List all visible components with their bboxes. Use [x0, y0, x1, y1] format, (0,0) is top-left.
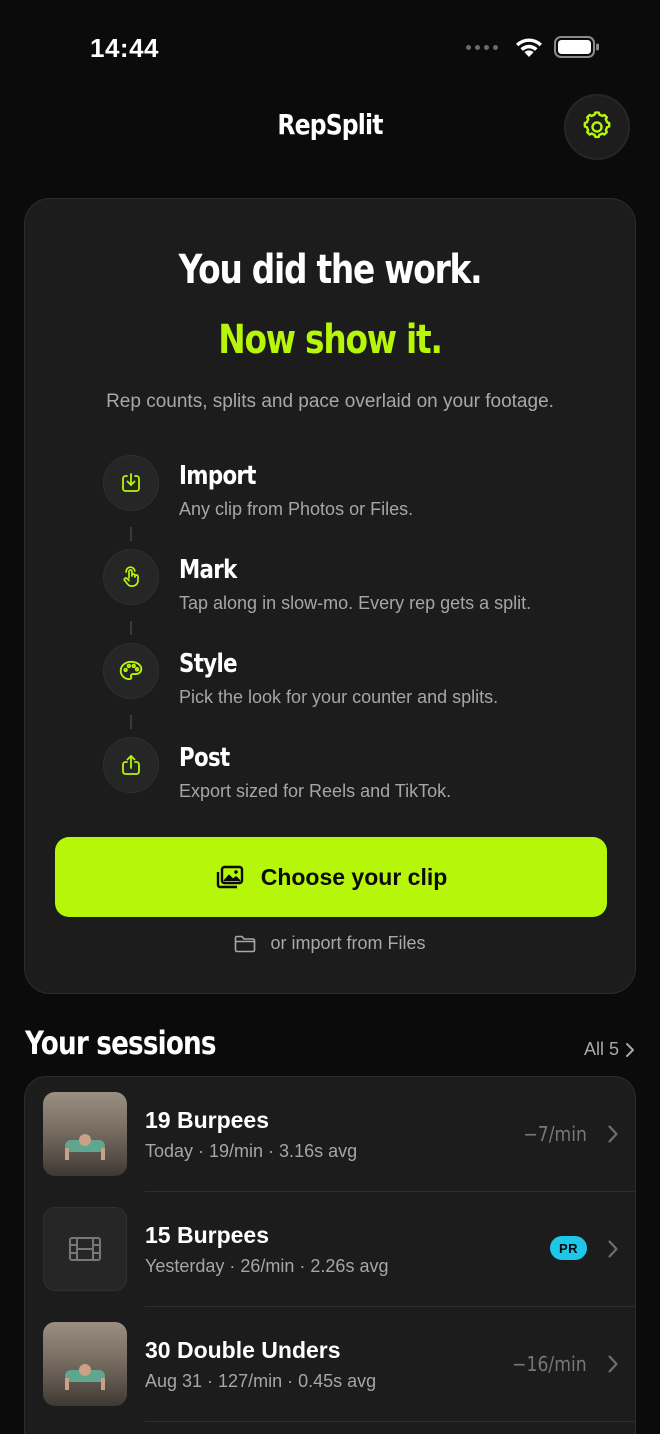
sessions-title: Your sessions: [25, 1024, 217, 1062]
session-meta: Today · 19/min · 3.16s avg: [145, 1141, 358, 1161]
choose-clip-button[interactable]: Choose your clip: [55, 837, 607, 917]
session-pace-delta: −16/min: [512, 1352, 587, 1376]
app-title: RepSplit: [277, 108, 383, 141]
session-row[interactable]: 19 Burpees Today · 19/min · 3.16s avg −7…: [25, 1077, 635, 1192]
session-thumbnail-placeholder: [43, 1207, 127, 1291]
photos-icon: [216, 865, 243, 889]
hero-accent-title: Now show it.: [218, 317, 443, 363]
palette-icon: [119, 660, 143, 681]
session-thumbnail: [43, 1092, 127, 1176]
step-title: Post: [179, 743, 230, 773]
step-title: Import: [179, 461, 256, 491]
session-pace-delta: −7/min: [523, 1122, 587, 1146]
session-thumbnail: [43, 1322, 127, 1406]
hero-card: You did the work. Now show it. Rep count…: [24, 198, 636, 994]
hero-subtitle: Rep counts, splits and pace overlaid on …: [106, 391, 554, 412]
folder-icon: [235, 935, 256, 952]
chevron-right-icon: [608, 1240, 618, 1258]
gear-icon: [583, 111, 611, 139]
pr-badge: PR: [549, 1236, 587, 1260]
step-mark: Mark Tap along in slow-mo. Every rep get…: [101, 549, 621, 643]
chevron-right-icon: [626, 1042, 634, 1057]
session-name: 15 Burpees: [145, 1222, 270, 1248]
session-meta: Aug 31 · 127/min · 0.45s avg: [145, 1371, 377, 1391]
step-title: Mark: [179, 555, 237, 585]
steps-list: Import Any clip from Photos or Files. Ma…: [101, 455, 621, 831]
session-row[interactable]: 30 Double Unders Aug 31 · 127/min · 0.45…: [25, 1307, 635, 1422]
step-icon-wrapper: [103, 549, 159, 605]
settings-button[interactable]: [564, 94, 630, 160]
import-from-files-link[interactable]: or import from Files: [25, 933, 635, 954]
chevron-right-icon: [608, 1125, 618, 1143]
step-connector: [130, 715, 132, 729]
status-bar: 14:44: [0, 0, 660, 96]
session-row[interactable]: 15 Burpees Yesterday · 26/min · 2.26s av…: [25, 1192, 635, 1307]
step-connector: [130, 621, 132, 635]
share-icon: [122, 755, 140, 775]
status-time: 14:44: [90, 33, 159, 63]
see-all-label: All 5: [583, 1039, 619, 1059]
step-post: Post Export sized for Reels and TikTok.: [101, 737, 621, 831]
import-from-files-label: or import from Files: [270, 933, 426, 953]
battery-icon: [554, 36, 599, 58]
session-name: 30 Double Unders: [145, 1337, 341, 1363]
step-description: Pick the look for your counter and split…: [179, 687, 499, 707]
row-divider: [145, 1420, 635, 1422]
status-icons: [466, 36, 600, 58]
step-style: Style Pick the look for your counter and…: [101, 643, 621, 737]
session-meta: Yesterday · 26/min · 2.26s avg: [145, 1256, 389, 1276]
step-icon-wrapper: [103, 455, 159, 511]
see-all-sessions-link[interactable]: All 5: [584, 1039, 635, 1060]
choose-clip-label: Choose your clip: [260, 863, 448, 890]
film-icon: [69, 1237, 101, 1261]
step-connector: [130, 527, 132, 541]
import-icon: [122, 473, 140, 492]
session-name: 19 Burpees: [145, 1107, 270, 1133]
cellular-signal-icon: [466, 44, 498, 50]
app-header: RepSplit: [0, 94, 660, 160]
step-icon-wrapper: [103, 737, 159, 793]
step-title: Style: [179, 649, 238, 679]
step-description: Export sized for Reels and TikTok.: [179, 781, 452, 801]
hero-title: You did the work.: [178, 247, 483, 293]
step-import: Import Any clip from Photos or Files.: [101, 455, 621, 549]
wifi-icon: [516, 38, 542, 57]
step-description: Tap along in slow-mo. Every rep gets a s…: [179, 593, 532, 613]
session-list: 19 Burpees Today · 19/min · 3.16s avg −7…: [24, 1076, 636, 1434]
step-icon-wrapper: [103, 643, 159, 699]
tap-hand-icon: [123, 566, 139, 587]
step-description: Any clip from Photos or Files.: [179, 499, 414, 519]
chevron-right-icon: [608, 1355, 618, 1373]
